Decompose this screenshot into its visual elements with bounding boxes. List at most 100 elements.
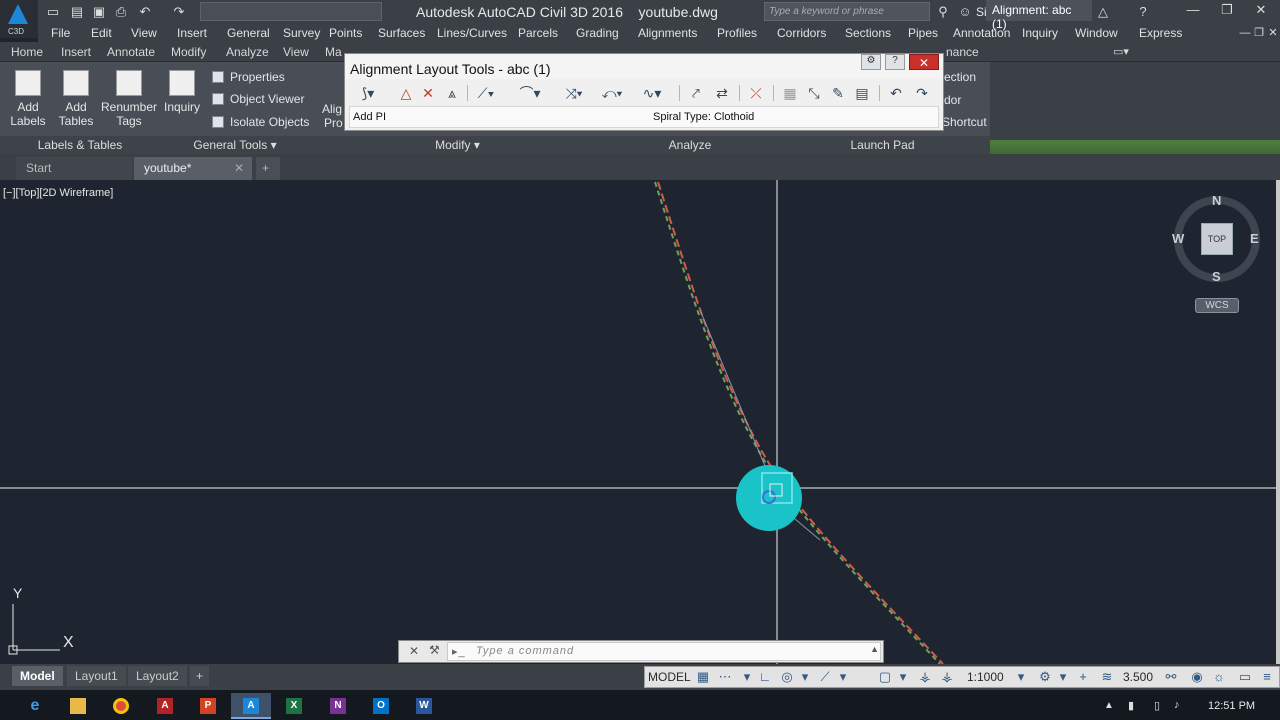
tab-layout2[interactable]: Layout2 — [128, 666, 187, 686]
add-tables-button[interactable]: Add Tables — [56, 70, 96, 128]
viewport-scrollbar[interactable] — [1276, 180, 1280, 664]
shortcut-partial[interactable]: Shortcut — [942, 115, 987, 129]
menu-lines-curves[interactable]: Lines/Curves — [437, 26, 507, 40]
new-file-icon[interactable]: ▭ — [44, 3, 62, 21]
close-icon[interactable]: ✕ — [234, 161, 244, 175]
polar-tracking-icon[interactable]: ◎ — [779, 669, 795, 685]
taskbar-excel[interactable]: X — [274, 693, 314, 719]
delete-pi-icon[interactable]: ✕ — [417, 83, 439, 103]
binoculars-icon[interactable]: ⚲ — [934, 3, 952, 21]
viewcube-top-face[interactable]: TOP — [1201, 223, 1233, 255]
taskbar-explorer[interactable] — [58, 693, 98, 719]
taskbar-autocad[interactable]: A — [231, 693, 271, 719]
add-labels-button[interactable]: Add Labels — [8, 70, 48, 128]
grid-display-icon[interactable]: ▦ — [695, 669, 711, 685]
volume-icon[interactable]: ♪ — [1174, 699, 1180, 711]
compass-north[interactable]: N — [1212, 193, 1221, 208]
battery-icon[interactable]: ▯ — [1154, 699, 1160, 712]
fixed-curve-icon[interactable]: ⌒▾ — [519, 83, 541, 103]
drawing-canvas[interactable] — [0, 180, 1276, 664]
workspace-dropdown[interactable] — [200, 2, 382, 21]
redo-quick-icon[interactable]: ↷ — [170, 3, 188, 21]
add-layout-plus-icon[interactable]: + — [190, 666, 210, 686]
close-button[interactable]: ✕ — [1244, 0, 1278, 22]
model-space-toggle[interactable]: MODEL — [648, 670, 691, 684]
tab-modify[interactable]: Modify — [171, 45, 206, 59]
chevron-down-icon[interactable]: ▾ — [895, 669, 911, 685]
isolate-objects-button[interactable]: Isolate Objects — [212, 115, 309, 129]
tangent-line-a[interactable] — [699, 309, 776, 491]
taskbar-onenote[interactable]: N — [318, 693, 358, 719]
tab-model[interactable]: Model — [12, 666, 63, 686]
menu-inquiry[interactable]: Inquiry — [1022, 26, 1058, 40]
network-icon[interactable]: ▮ — [1128, 699, 1134, 712]
taskbar-powerpoint[interactable]: P — [188, 693, 228, 719]
alignment-layout-tools-window[interactable]: Alignment Layout Tools - abc (1) ⚙ ? ✕ ⟆… — [344, 53, 944, 131]
chevron-down-icon[interactable]: ▾ — [1013, 669, 1029, 685]
wcs-menu[interactable]: WCS — [1195, 298, 1239, 313]
insert-pi-icon[interactable]: △ — [395, 83, 417, 103]
annotation-monitor-plus-icon[interactable]: + — [1075, 669, 1091, 685]
panel-label-launch-pad[interactable]: Launch Pad — [775, 136, 990, 154]
alignment-layout-tools-title[interactable]: Alignment Layout Tools - abc (1) — [345, 54, 943, 79]
clean-screen-icon[interactable]: ☼ — [1211, 669, 1227, 685]
alignment-centerline[interactable] — [657, 181, 944, 664]
help-icon[interactable]: ? — [885, 54, 905, 70]
chevron-down-icon[interactable]: ▾ — [1055, 669, 1071, 685]
menu-pipes[interactable]: Pipes — [908, 26, 938, 40]
taskbar-acrobat[interactable]: A — [145, 693, 185, 719]
elevation-value[interactable]: 3.500 — [1123, 670, 1153, 684]
save-icon[interactable]: ▣ — [90, 3, 108, 21]
tab-alignment-contextual[interactable]: Alignment: abc (1) — [986, 0, 1092, 31]
edit-best-fit-icon[interactable]: ▦ — [779, 83, 801, 103]
tab-youtube-drawing[interactable]: youtube* ✕ — [134, 157, 252, 180]
print-icon[interactable]: ⎙ — [112, 3, 130, 21]
menu-parcels[interactable]: Parcels — [518, 26, 558, 40]
layer-icon[interactable]: ≋ — [1099, 669, 1115, 685]
profile-partial[interactable]: Pro — [324, 116, 343, 130]
compass-south[interactable]: S — [1212, 269, 1221, 284]
menu-window[interactable]: Window — [1075, 26, 1118, 40]
undo-icon[interactable]: ↶ — [885, 83, 907, 103]
convert-line-icon[interactable]: ⤤ — [685, 83, 707, 103]
free-curve-icon[interactable]: ⤺▾ — [601, 83, 623, 103]
maximize-button[interactable]: ❐ — [1210, 0, 1244, 22]
annotation-autoscale-icon[interactable]: ⚶ — [939, 669, 955, 685]
panel-label-analyze[interactable]: Analyze — [605, 136, 775, 154]
close-icon[interactable]: ✕ — [909, 54, 939, 70]
show-hidden-icons-icon[interactable]: ▲ — [1104, 700, 1114, 711]
tab-annotate[interactable]: Annotate — [107, 45, 155, 59]
taskbar-ie[interactable]: e — [15, 693, 55, 719]
compass-west[interactable]: W — [1172, 231, 1184, 246]
redo-icon[interactable]: ↷ — [911, 83, 933, 103]
open-file-icon[interactable]: ▤ — [68, 3, 86, 21]
fullscreen-icon[interactable]: ▭ — [1237, 669, 1253, 685]
panel-label-labels-tables[interactable]: Labels & Tables — [0, 136, 160, 154]
close-icon[interactable]: ✕ — [409, 644, 419, 658]
renumber-tags-button[interactable]: Renumber Tags — [100, 70, 158, 128]
new-tab-plus-icon[interactable]: + — [256, 157, 280, 180]
doc-close-button[interactable]: ✕ — [1264, 24, 1280, 42]
ortho-icon[interactable]: ∟ — [757, 669, 773, 685]
grid-view-icon[interactable]: ▤ — [851, 83, 873, 103]
help-icon[interactable]: ? — [1134, 3, 1152, 21]
sub-entity-editor-icon[interactable]: ✎ — [827, 83, 849, 103]
osnap-tracking-icon[interactable]: ⟋ — [817, 669, 833, 685]
panel-label-modify[interactable]: Modify ▾ — [310, 136, 605, 154]
menu-grading[interactable]: Grading — [576, 26, 619, 40]
tab-start[interactable]: Start — [16, 157, 132, 180]
chevron-down-icon[interactable]: ▾ — [835, 669, 851, 685]
isolate-objects-icon[interactable]: ⚯ — [1163, 669, 1179, 685]
annotation-scale[interactable]: 1:1000 — [967, 670, 1004, 684]
corridor-partial[interactable]: dor — [944, 93, 961, 107]
menu-insert[interactable]: Insert — [177, 26, 207, 40]
menu-survey[interactable]: Survey — [283, 26, 320, 40]
tab-home[interactable]: Home — [11, 45, 43, 59]
object-viewer-button[interactable]: Object Viewer — [212, 92, 304, 106]
menu-corridors[interactable]: Corridors — [777, 26, 826, 40]
break-apart-pi-icon[interactable]: ⩓ — [441, 83, 463, 103]
delete-sub-entity-icon[interactable]: ⤫ — [745, 83, 767, 103]
tab-layout1[interactable]: Layout1 — [67, 666, 126, 686]
menu-points[interactable]: Points — [329, 26, 362, 40]
taskbar-chrome[interactable] — [101, 693, 141, 719]
